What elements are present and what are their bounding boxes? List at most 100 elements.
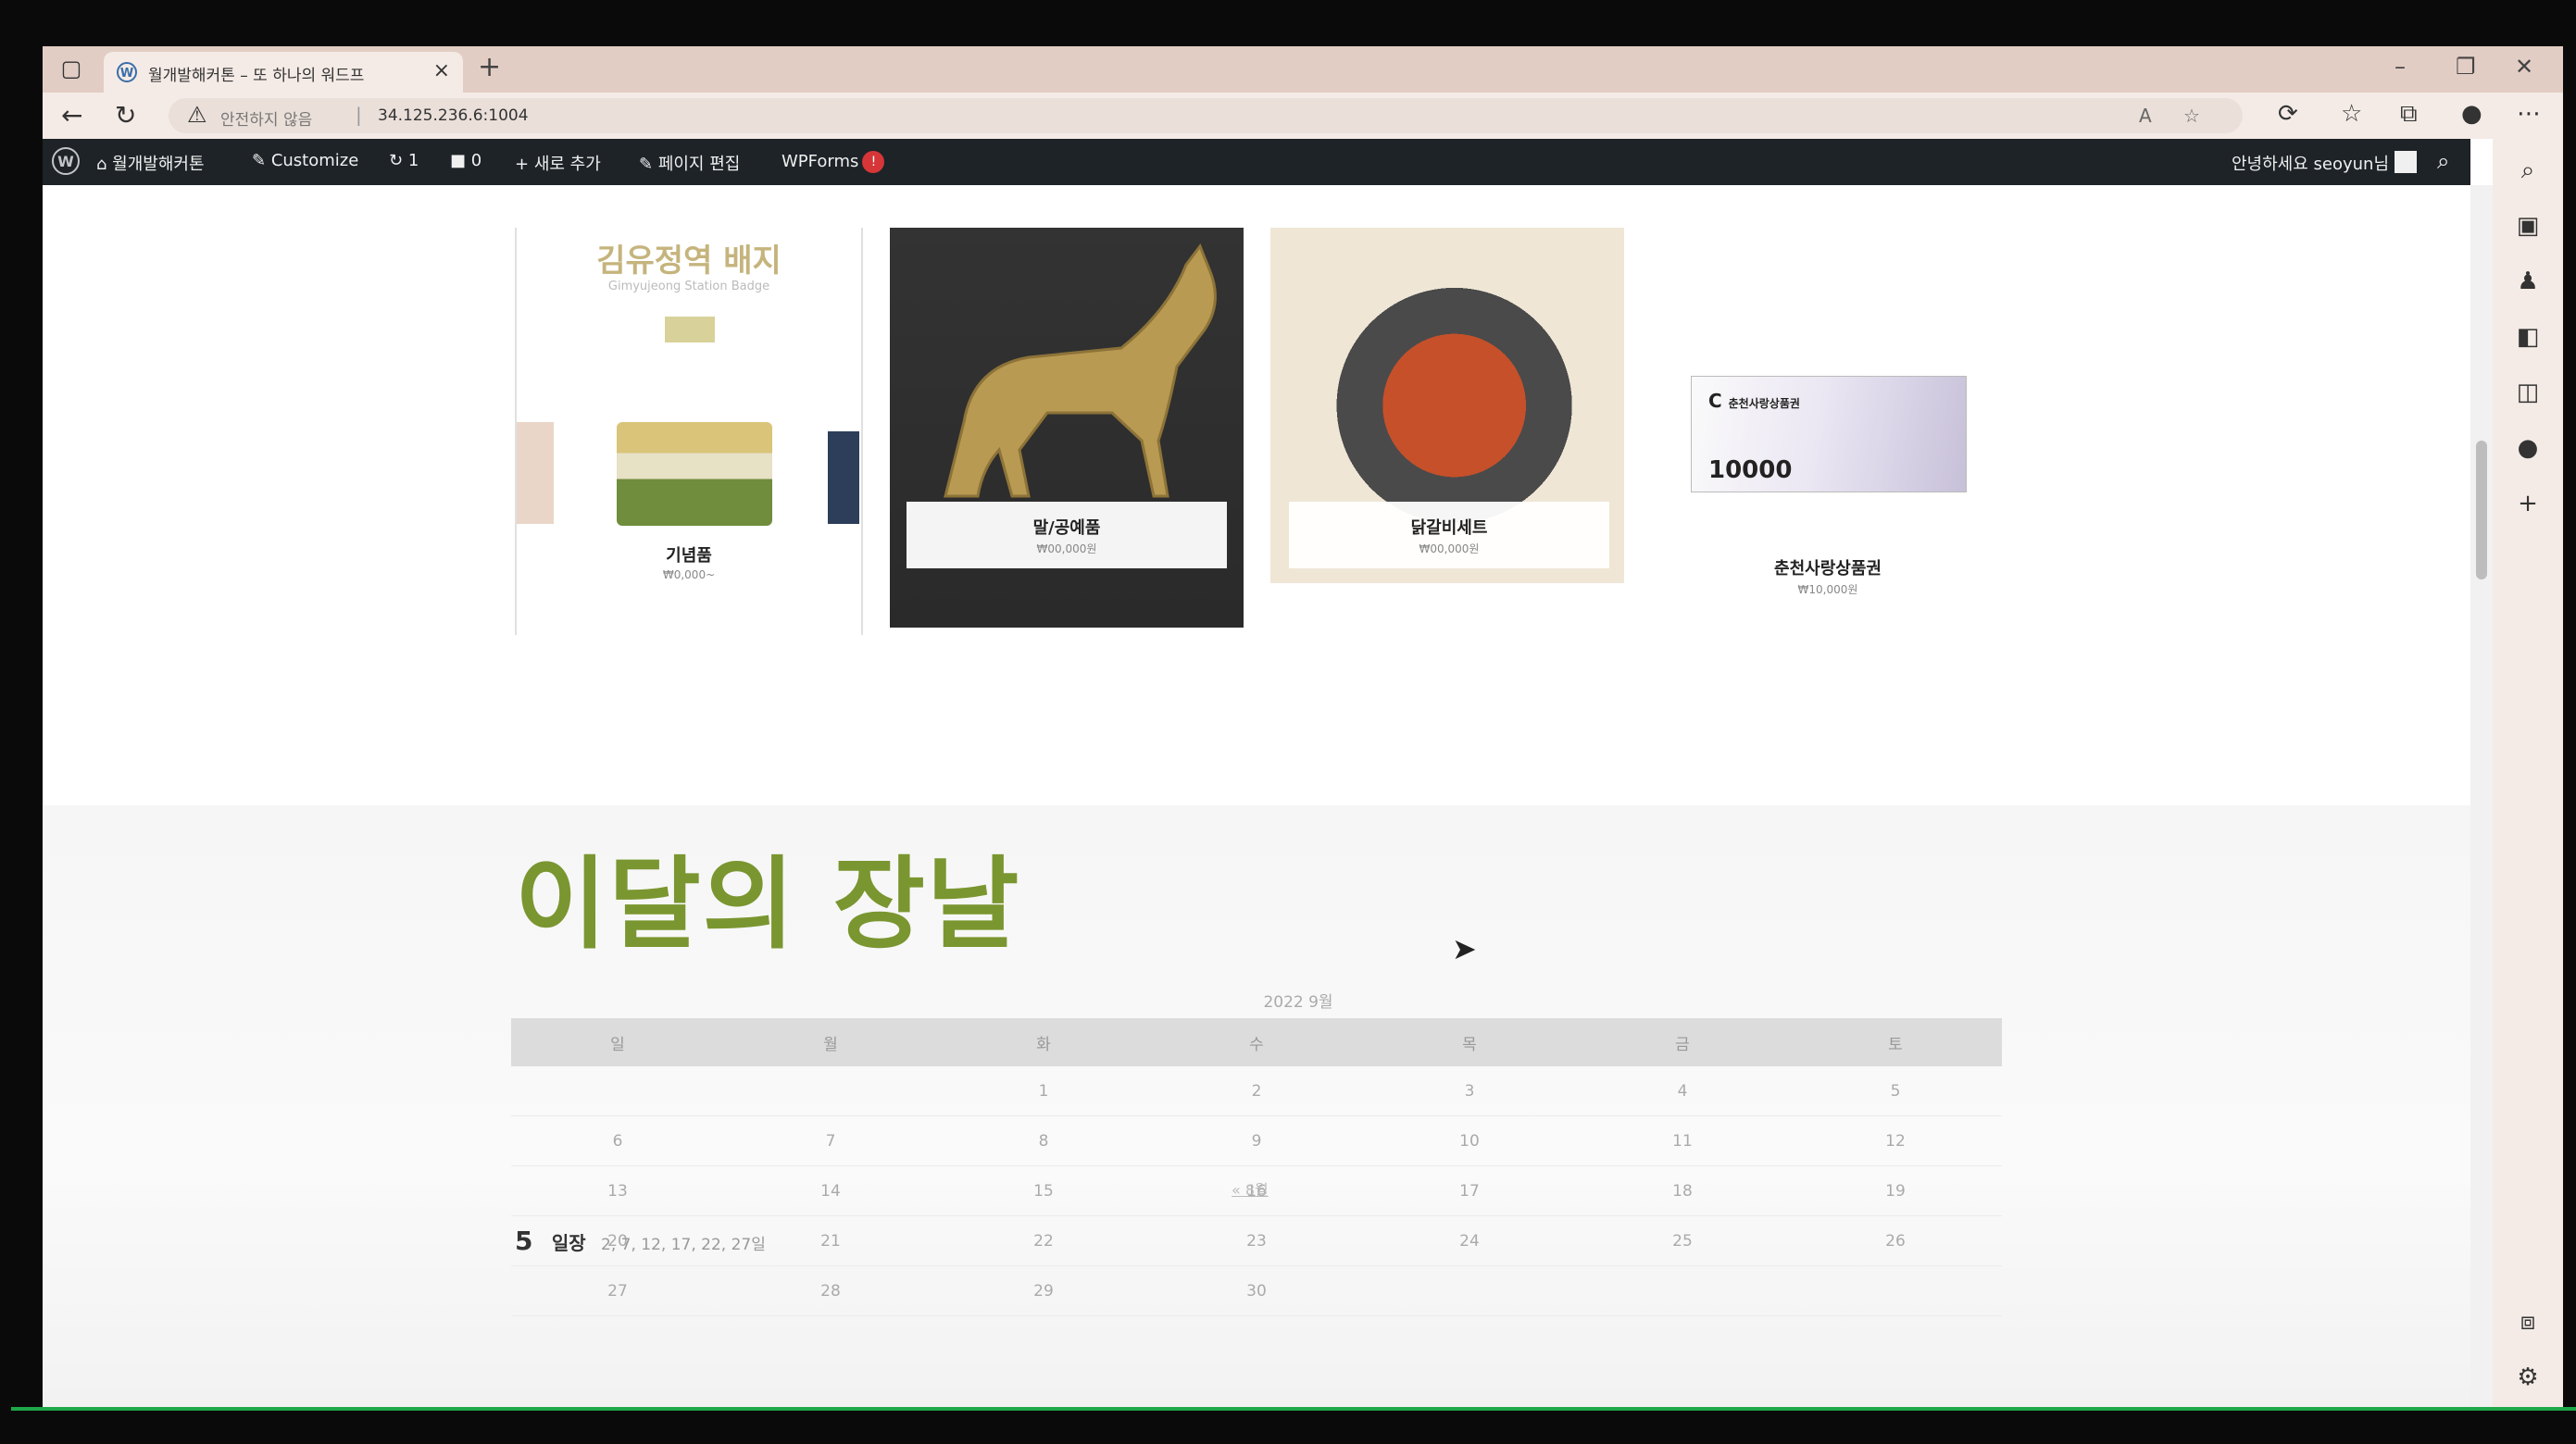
new-label: 새로 추가 — [533, 155, 601, 174]
calendar-day[interactable]: 27 — [511, 1265, 724, 1316]
calendar-weekday: 금 — [1576, 1018, 1789, 1066]
wordpress-favicon-icon: W — [117, 62, 137, 82]
calendar-day[interactable]: 29 — [937, 1265, 1150, 1316]
tab-close-icon[interactable]: × — [433, 59, 450, 82]
calendar-day[interactable]: 13 — [511, 1165, 724, 1216]
game-icon[interactable]: ● — [2511, 431, 2545, 465]
calendar-day[interactable]: 17 — [1363, 1165, 1576, 1216]
product-label[interactable]: 말/공예품 — [907, 515, 1227, 539]
calendar-day[interactable]: 30 — [1150, 1265, 1363, 1316]
calendar-day[interactable]: 5 — [1789, 1066, 2002, 1116]
product-label[interactable]: 기념품 — [517, 542, 861, 566]
more-options-icon[interactable]: ⋯ — [2517, 100, 2541, 128]
calendar-day — [1363, 1265, 1576, 1316]
split-screen-icon[interactable]: ⧈ — [2511, 1305, 2545, 1338]
profile-icon[interactable]: ● — [2461, 100, 2482, 128]
calendar-day[interactable]: 1 — [937, 1066, 1150, 1116]
new-tab-button[interactable]: + — [478, 54, 501, 81]
calendar-day[interactable]: 15 — [937, 1165, 1150, 1216]
calendar-day[interactable]: 28 — [724, 1265, 937, 1316]
product-card-dakgalbi[interactable]: 닭갈비세트 ₩00,000원 — [1270, 228, 1624, 583]
tab-actions-icon[interactable]: ▢ — [59, 56, 83, 81]
product-price: ₩00,000원 — [1036, 542, 1097, 555]
product-card-horse[interactable]: 말/공예품 ₩00,000원 — [890, 228, 1244, 628]
product-price: ₩00,000원 — [1419, 542, 1480, 555]
calendar-header-row: 일월화수목금토 — [511, 1018, 2002, 1066]
calendar-weekday: 토 — [1789, 1018, 2002, 1066]
product-card-badge[interactable]: 김유정역 배지 Gimyujeong Station Badge 기념품 ₩0,… — [515, 228, 863, 635]
calendar-weekday: 월 — [724, 1018, 937, 1066]
url-text: 34.125.236.6:1004 — [378, 106, 529, 125]
warning-icon: ⚠ — [187, 102, 207, 128]
admin-updates[interactable]: ↻ 1 — [389, 151, 419, 170]
add-sidebar-icon[interactable]: + — [2511, 487, 2545, 520]
brush-icon: ✎ — [252, 151, 271, 170]
tools-icon[interactable]: ♟ — [2511, 265, 2545, 298]
calendar-day[interactable]: 14 — [724, 1165, 937, 1216]
calendar-day[interactable]: 11 — [1576, 1115, 1789, 1166]
product-card-voucher[interactable]: C 춘천사랑상품권 10000 — [1691, 376, 1967, 492]
calendar-day[interactable]: 22 — [937, 1215, 1150, 1266]
favorite-add-icon[interactable]: ☆ — [2183, 105, 2200, 127]
updates-count: 1 — [407, 151, 419, 170]
calendar-day[interactable]: 19 — [1789, 1165, 2002, 1216]
event-label[interactable]: 일장 — [552, 1232, 586, 1254]
favorites-icon[interactable]: ☆ — [2341, 100, 2362, 128]
calendar-day[interactable]: 4 — [1576, 1066, 1789, 1116]
calendar-day[interactable]: 24 — [1363, 1215, 1576, 1266]
calendar-day[interactable]: 9 — [1150, 1115, 1363, 1166]
voucher-value: 10000 — [1708, 456, 1793, 484]
settings-gear-icon[interactable]: ⚙ — [2511, 1361, 2545, 1394]
scrollbar-thumb[interactable] — [2476, 441, 2487, 579]
admin-comments[interactable]: ■ 0 — [450, 151, 481, 170]
calendar: 일월화수목금토 1 2 3 4 5 6 7 8 9 10 11 12 13 14 15 16 17 18 19 20 2… — [511, 1018, 2002, 1316]
product-label[interactable]: 닭갈비세트 — [1289, 515, 1609, 539]
collections-icon[interactable]: ⧉ — [2400, 100, 2418, 129]
comments-count: 0 — [470, 151, 482, 170]
address-bar[interactable]: ⚠ 안전하지 않음 | 34.125.236.6:1004 A ☆ — [169, 98, 2243, 133]
calendar-day[interactable]: 12 — [1789, 1115, 2002, 1166]
calendar-day[interactable]: 8 — [937, 1115, 1150, 1166]
calendar-day[interactable]: 23 — [1150, 1215, 1363, 1266]
read-aloud-icon[interactable]: A — [2139, 105, 2152, 127]
refresh-icon[interactable]: ↻ — [115, 100, 136, 131]
wordpress-logo-icon[interactable]: W — [52, 147, 80, 175]
comments-icon: ■ — [450, 151, 471, 170]
close-window-button[interactable]: ✕ — [2515, 54, 2533, 80]
calendar-day[interactable]: 3 — [1363, 1066, 1576, 1116]
calendar-day[interactable]: 2 — [1150, 1066, 1363, 1116]
calendar-prev-month-link[interactable]: « 8월 — [1232, 1177, 1269, 1200]
page-scrollbar[interactable] — [2470, 185, 2493, 1407]
search-icon[interactable]: ⌕ — [2511, 154, 2545, 187]
tab-active[interactable]: W 월개발해커톤 – 또 하나의 워드프 × — [104, 52, 463, 93]
admin-search-icon[interactable]: ⌕ — [2437, 148, 2449, 174]
carousel-prev-peek[interactable] — [517, 422, 554, 524]
carousel-next-peek[interactable] — [828, 431, 859, 524]
browser-window: ▢ W 월개발해커톤 – 또 하나의 워드프 × + – ❐ ✕ ← ↻ ⚠ 안… — [43, 46, 2563, 1407]
outlook-icon[interactable]: ◫ — [2511, 376, 2545, 409]
calendar-day[interactable]: 25 — [1576, 1215, 1789, 1266]
calendar-day[interactable]: 18 — [1576, 1165, 1789, 1216]
calendar-day[interactable]: 10 — [1363, 1115, 1576, 1166]
badge-heading: 김유정역 배지 — [596, 243, 782, 280]
calendar-day[interactable]: 7 — [724, 1115, 937, 1166]
avatar[interactable] — [2395, 151, 2417, 173]
calendar-day[interactable]: 6 — [511, 1115, 724, 1166]
admin-edit-page[interactable]: ✎ 페이지 편집 — [639, 151, 740, 175]
admin-site-name[interactable]: ⌂ 월개발해커톤 — [96, 151, 205, 175]
restore-button[interactable]: ❐ — [2456, 54, 2476, 80]
voucher-brand-text: 춘천사랑상품권 — [1728, 397, 1800, 410]
extensions-icon[interactable]: ⟳ — [2278, 100, 2298, 128]
admin-new-content[interactable]: + 새로 추가 — [515, 151, 601, 175]
calendar-day[interactable]: 26 — [1789, 1215, 2002, 1266]
back-arrow-icon[interactable]: ← — [61, 100, 82, 131]
office-icon[interactable]: ◧ — [2511, 320, 2545, 354]
shopping-icon[interactable]: ▣ — [2511, 209, 2545, 243]
tab-title: 월개발해커톤 – 또 하나의 워드프 — [148, 67, 365, 85]
admin-wpforms[interactable]: WPForms! — [782, 151, 885, 173]
admin-greeting[interactable]: 안녕하세요 seoyun님 — [2232, 151, 2389, 175]
event-number: 5 — [515, 1226, 533, 1256]
admin-customize[interactable]: ✎ Customize — [252, 151, 358, 170]
product-label[interactable]: 춘천사랑상품권 — [1691, 555, 1965, 579]
minimize-button[interactable]: – — [2395, 54, 2406, 80]
